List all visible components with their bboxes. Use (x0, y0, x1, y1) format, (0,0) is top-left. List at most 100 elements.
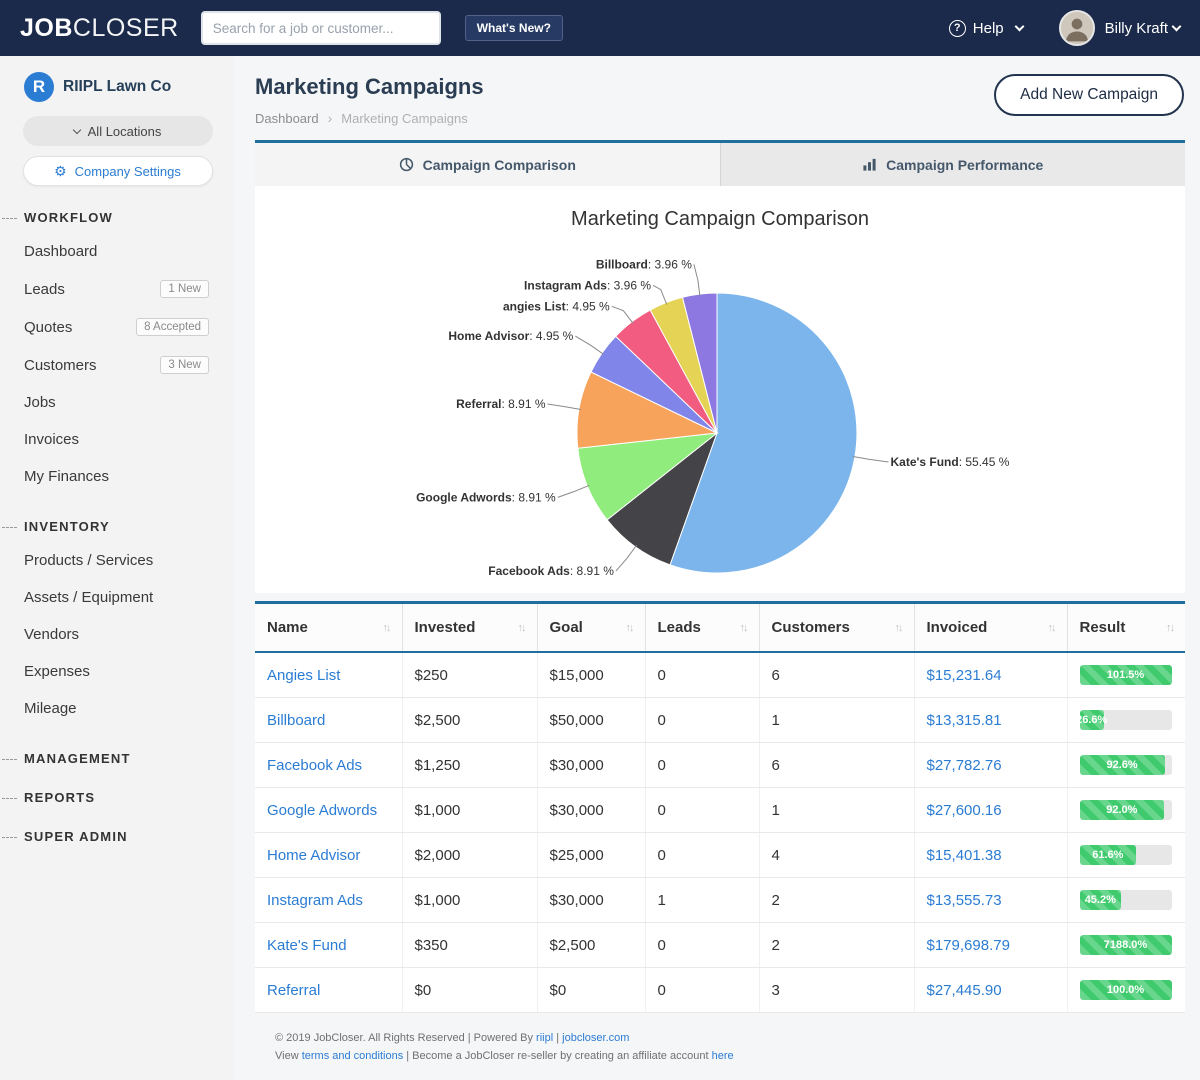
whats-new-button[interactable]: What's New? (465, 15, 563, 41)
sort-icon[interactable]: ↑↓ (740, 622, 747, 634)
cell-name: Google Adwords (255, 788, 402, 833)
campaign-link-angies-list[interactable]: Angies List (267, 667, 340, 684)
sidebar-item-jobs[interactable]: Jobs (0, 384, 235, 421)
cell-invoiced: $15,231.64 (914, 652, 1067, 698)
sidebar-item-invoices[interactable]: Invoices (0, 421, 235, 458)
cell-invested: $1,000 (402, 878, 537, 923)
cell-invested: $1,000 (402, 788, 537, 833)
cell-name: Kate's Fund (255, 923, 402, 968)
invoice-link-billboard[interactable]: $13,315.81 (927, 712, 1002, 729)
gear-icon: ⚙ (54, 163, 67, 180)
campaign-link-instagram-ads[interactable]: Instagram Ads (267, 892, 363, 909)
invoice-link-google-adwords[interactable]: $27,600.16 (927, 802, 1002, 819)
sidebar-item-leads[interactable]: Leads1 New (0, 270, 235, 308)
riipl-link[interactable]: riipl (536, 1032, 553, 1044)
sort-icon[interactable]: ↑↓ (383, 622, 390, 634)
campaign-link-kate-s-fund[interactable]: Kate's Fund (267, 937, 347, 954)
pie-chart: Kate's Fund: 55.45 %Facebook Ads: 8.91 %… (255, 231, 1185, 593)
sidebar-item-label: Assets / Equipment (24, 589, 153, 606)
pie-label-connector (558, 485, 590, 497)
progress-bar-fill: 92.0% (1080, 800, 1165, 820)
logo-light: CLOSER (73, 14, 179, 42)
sidebar-item-expenses[interactable]: Expenses (0, 653, 235, 690)
cell-invoiced: $27,782.76 (914, 743, 1067, 788)
cell-result: 61.6% (1067, 833, 1185, 878)
sidebar-item-mileage[interactable]: Mileage (0, 690, 235, 727)
table-row: Referral$0$003$27,445.90100.0% (255, 968, 1185, 1013)
cell-goal: $50,000 (537, 698, 645, 743)
column-header-invoiced[interactable]: Invoiced↑↓ (914, 603, 1067, 653)
tab-campaign-comparison[interactable]: Campaign Comparison (255, 143, 720, 186)
footer-text: | (553, 1032, 562, 1044)
campaign-link-home-advisor[interactable]: Home Advisor (267, 847, 360, 864)
progress-label: 92.0% (1106, 804, 1137, 816)
sidebar-item-quotes[interactable]: Quotes8 Accepted (0, 308, 235, 346)
sidebar-item-dashboard[interactable]: Dashboard (0, 233, 235, 270)
sort-icon[interactable]: ↑↓ (895, 622, 902, 634)
sort-icon[interactable]: ↑↓ (626, 622, 633, 634)
cell-goal: $25,000 (537, 833, 645, 878)
add-new-campaign-button[interactable]: Add New Campaign (994, 74, 1184, 116)
invoice-link-kate-s-fund[interactable]: $179,698.79 (927, 937, 1010, 954)
campaign-link-billboard[interactable]: Billboard (267, 712, 325, 729)
sidebar-item-vendors[interactable]: Vendors (0, 616, 235, 653)
column-header-goal[interactable]: Goal ↑↓ (537, 603, 645, 653)
search-input[interactable] (201, 11, 441, 45)
column-header-name[interactable]: Name↑↓ (255, 603, 402, 653)
invoice-link-facebook-ads[interactable]: $27,782.76 (927, 757, 1002, 774)
sort-icon[interactable]: ↑↓ (1166, 622, 1173, 634)
sidebar-item-label: Customers (24, 357, 97, 374)
sidebar-item-my-finances[interactable]: My Finances (0, 458, 235, 495)
all-locations-dropdown[interactable]: All Locations (23, 116, 213, 146)
cell-result: 26.6% (1067, 698, 1185, 743)
progress-label: 61.6% (1092, 849, 1123, 861)
cell-invested: $2,000 (402, 833, 537, 878)
invoice-link-referral[interactable]: $27,445.90 (927, 982, 1002, 999)
sidebar-item-label: Mileage (24, 700, 77, 717)
sidebar-item-label: Vendors (24, 626, 79, 643)
column-label: Result (1080, 619, 1126, 636)
invoice-link-angies-list[interactable]: $15,231.64 (927, 667, 1002, 684)
sidebar-item-customers[interactable]: Customers3 New (0, 346, 235, 384)
sort-icon[interactable]: ↑↓ (1048, 622, 1055, 634)
pie-label-instagram-ads: Instagram Ads: 3.96 % (524, 278, 651, 292)
campaign-link-facebook-ads[interactable]: Facebook Ads (267, 757, 362, 774)
avatar[interactable] (1059, 10, 1095, 46)
progress-bar-fill: 7188.0% (1080, 935, 1172, 955)
breadcrumb-dashboard[interactable]: Dashboard (255, 111, 319, 126)
company-settings-button[interactable]: ⚙ Company Settings (23, 156, 213, 186)
column-header-customers[interactable]: Customers ↑↓ (759, 603, 914, 653)
column-header-leads[interactable]: Leads↑↓ (645, 603, 759, 653)
invoice-link-home-advisor[interactable]: $15,401.38 (927, 847, 1002, 864)
progress-label: 26.6% (1080, 714, 1108, 726)
app-logo[interactable]: JOBCLOSER (20, 14, 179, 43)
sidebar-item-products-services[interactable]: Products / Services (0, 542, 235, 579)
cell-result: 101.5% (1067, 652, 1185, 698)
affiliate-link[interactable]: here (712, 1050, 734, 1062)
terms-link[interactable]: terms and conditions (302, 1050, 404, 1062)
campaign-link-referral[interactable]: Referral (267, 982, 320, 999)
sort-icon[interactable]: ↑↓ (518, 622, 525, 634)
pie-chart-icon (399, 157, 414, 172)
help-menu[interactable]: ? Help (949, 20, 1023, 37)
invoice-link-instagram-ads[interactable]: $13,555.73 (927, 892, 1002, 909)
sidebar-item-assets-equipment[interactable]: Assets / Equipment (0, 579, 235, 616)
column-header-invested[interactable]: Invested↑↓ (402, 603, 537, 653)
column-header-result[interactable]: Result ↑↓ (1067, 603, 1185, 653)
table-row: Instagram Ads$1,000$30,00012$13,555.7345… (255, 878, 1185, 923)
user-menu[interactable]: Billy Kraft (1105, 20, 1180, 37)
cell-leads: 0 (645, 743, 759, 788)
column-label: Goal (550, 619, 583, 636)
pie-label-google-adwords: Google Adwords: 8.91 % (416, 490, 556, 504)
cell-invested: $0 (402, 968, 537, 1013)
breadcrumb-separator-icon: › (328, 110, 333, 126)
cell-result: 100.0% (1067, 968, 1185, 1013)
cell-customers: 6 (759, 743, 914, 788)
cell-invoiced: $13,555.73 (914, 878, 1067, 923)
jobcloser-link[interactable]: jobcloser.com (562, 1032, 629, 1044)
campaign-link-google-adwords[interactable]: Google Adwords (267, 802, 377, 819)
column-label: Customers (772, 619, 850, 636)
tab-campaign-performance[interactable]: Campaign Performance (720, 143, 1186, 186)
chevron-down-icon (72, 125, 80, 133)
pie-label-connector (694, 264, 700, 296)
